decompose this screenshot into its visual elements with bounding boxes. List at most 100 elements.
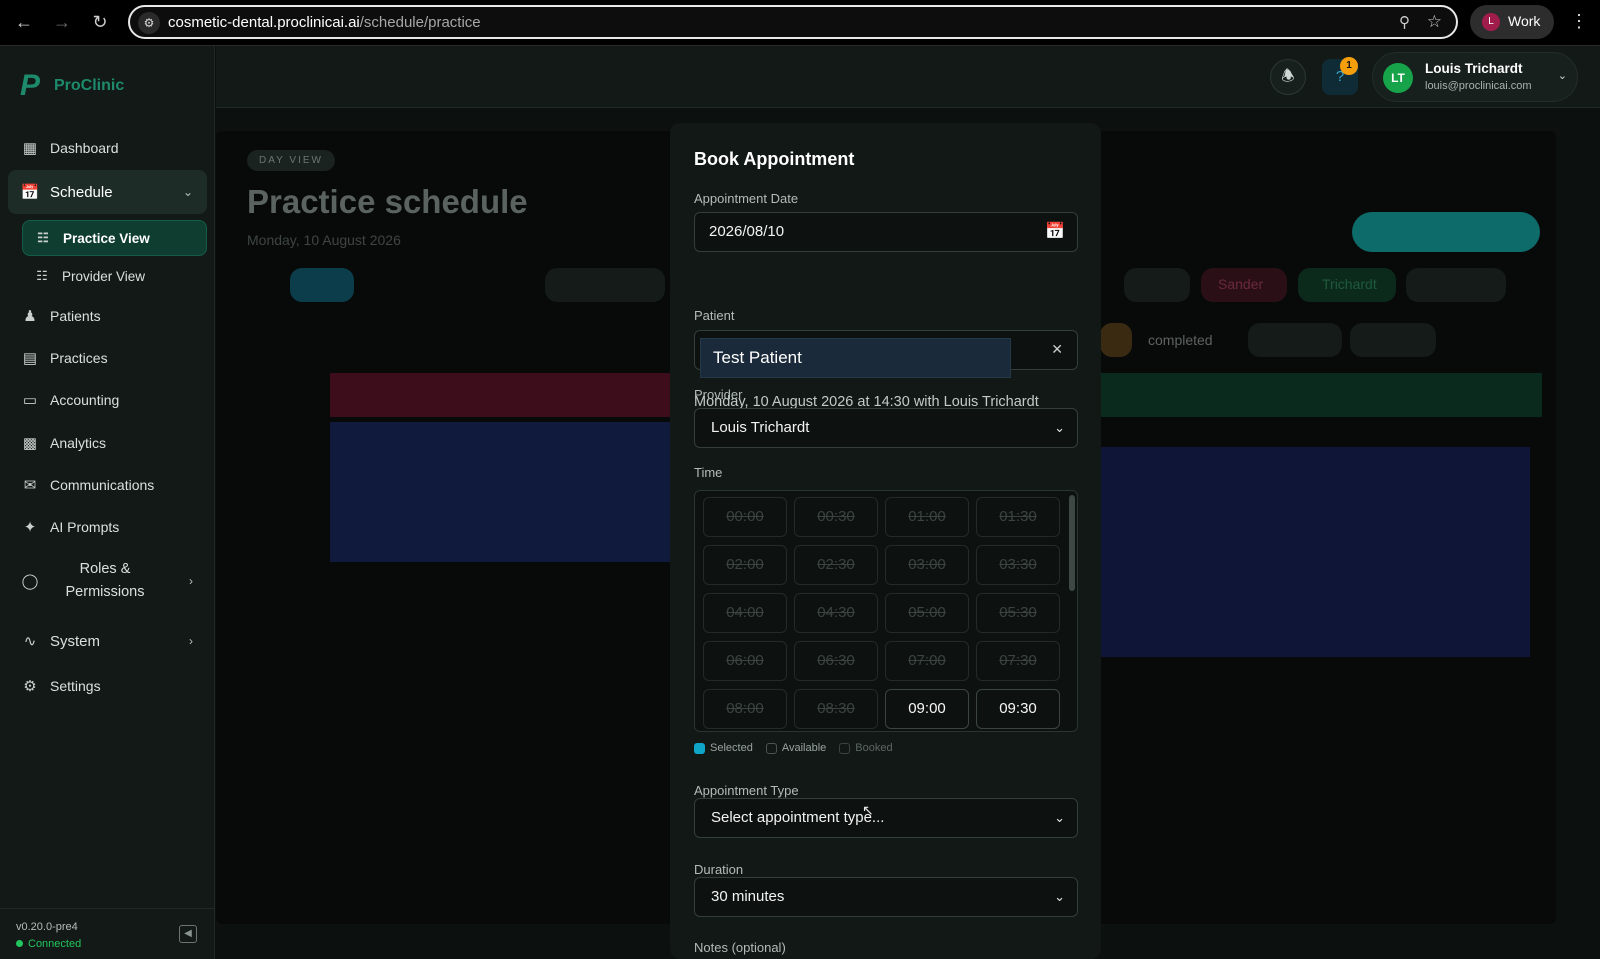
calendar-icon: ☷ (37, 230, 49, 245)
page-subtitle: Monday, 10 August 2026 (247, 232, 401, 248)
patient-label: Patient (694, 308, 735, 323)
user-name: Louis Trichardt (1425, 61, 1523, 76)
provider-label: Provider (694, 387, 743, 402)
building-icon: ▤ (22, 350, 38, 367)
sidebar-item-schedule[interactable]: 📅 Schedule ⌄ (8, 170, 207, 214)
collapse-sidebar-icon[interactable]: ◀ (179, 925, 197, 943)
sidebar-item-label: Settings (50, 678, 101, 694)
sidebar-item-dashboard[interactable]: ▦ Dashboard (8, 128, 207, 168)
provider-select[interactable]: Louis Trichardt ⌄ (694, 408, 1078, 448)
brand-logo[interactable]: P ProClinic (20, 70, 124, 102)
calendar-icon: ☷ (36, 268, 48, 283)
sidebar-item-communications[interactable]: ✉ Communications (8, 465, 207, 505)
back-icon[interactable]: ← (12, 10, 36, 34)
sidebar-item-ai-prompts[interactable]: ✦ AI Prompts (8, 507, 207, 547)
time-slot: 06:00 (703, 641, 787, 681)
sidebar-item-system[interactable]: ∿ System › (8, 621, 207, 661)
time-slot[interactable]: 09:00 (885, 689, 969, 729)
duration-select[interactable]: 30 minutes ⌄ (694, 877, 1078, 917)
legend-available: Available (765, 742, 826, 754)
time-slot: 00:30 (794, 497, 878, 537)
calendar-icon[interactable]: 📅 (1045, 213, 1065, 251)
slot-legend: Selected Available Booked (694, 742, 906, 754)
booked-swatch (839, 742, 851, 754)
chevron-down-icon: ⌄ (1557, 70, 1567, 82)
date-label: Appointment Date (694, 191, 799, 206)
appointment-type-select[interactable]: Select appointment type... ⌄ (694, 798, 1078, 838)
activity-icon: ∿ (23, 633, 37, 650)
time-slot: 03:00 (885, 545, 969, 585)
patient-suggestion-item[interactable]: Test Patient (700, 338, 1011, 378)
time-slot: 07:30 (976, 641, 1060, 681)
status-tag: completed (1148, 332, 1213, 348)
avatar: LT (1383, 63, 1413, 93)
clear-icon[interactable]: ✕ (1051, 341, 1063, 358)
sidebar-item-provider-view[interactable]: ☷ Provider View (22, 258, 207, 294)
user-email: louis@proclinicai.com (1425, 80, 1532, 92)
reload-icon[interactable]: ↻ (88, 10, 112, 34)
brand-name: ProClinic (54, 77, 125, 94)
time-slot: 00:00 (703, 497, 787, 537)
app-version: v0.20.0-pre4 (16, 921, 78, 933)
status-chip (1248, 323, 1342, 357)
bar-chart-icon: ▩ (22, 435, 38, 452)
time-slot: 01:00 (885, 497, 969, 537)
sidebar-item-label: Provider View (62, 268, 146, 284)
time-slot: 05:00 (885, 593, 969, 633)
site-settings-icon[interactable]: ⚙ (138, 12, 160, 34)
users-icon: ♟ (23, 308, 37, 325)
calendar-event-block (1080, 447, 1530, 657)
duration-label: Duration (694, 862, 744, 877)
available-swatch (765, 742, 777, 754)
address-bar[interactable]: ⚙ cosmetic-dental.proclinicai.ai/schedul… (128, 5, 1458, 39)
sidebar-item-accounting[interactable]: ▭ Accounting (8, 380, 207, 420)
sidebar-item-roles-permissions[interactable]: ◯ Roles & Permissions › (8, 551, 207, 611)
bookmark-star-icon[interactable]: ☆ (1427, 12, 1442, 32)
legend-selected: Selected (694, 742, 753, 754)
card-icon: ▭ (22, 392, 38, 409)
view-toggle (290, 268, 354, 302)
sidebar-item-label: Practice View (63, 230, 150, 246)
legend-booked: Booked (839, 742, 893, 754)
time-slot[interactable]: 09:30 (976, 689, 1060, 729)
sidebar-item-label: Practices (50, 350, 108, 366)
dialog-title: Book Appointment (694, 149, 855, 169)
duration-value: 30 minutes (711, 888, 785, 905)
sidebar-item-practices[interactable]: ▤ Practices (8, 338, 207, 378)
filter-chip (1406, 268, 1506, 302)
time-slot: 03:30 (976, 545, 1060, 585)
bell-icon[interactable]: 🕭 (1270, 59, 1306, 95)
grid-icon: ▦ (22, 140, 38, 157)
sidebar-item-practice-view[interactable]: ☷ Practice View (22, 220, 207, 256)
connection-status: Connected (16, 938, 81, 950)
key-icon[interactable]: ⚲ (1399, 13, 1410, 31)
gear-icon: ⚙ (23, 678, 37, 695)
sidebar-item-label: AI Prompts (50, 519, 120, 535)
time-label: Time (694, 465, 723, 480)
calendar-event-block (330, 422, 675, 562)
notification-badge: 1 (1340, 57, 1358, 75)
sidebar-item-settings[interactable]: ⚙ Settings (8, 666, 207, 706)
status-dot-icon (16, 940, 23, 947)
date-input[interactable]: 2026/08/10 📅 (694, 212, 1078, 252)
browser-profile-button[interactable]: L Work (1470, 5, 1554, 39)
browser-menu-icon[interactable]: ⋮ (1570, 11, 1588, 32)
time-slot: 05:30 (976, 593, 1060, 633)
sidebar-item-label: Communications (50, 477, 155, 493)
new-appointment-button (1352, 212, 1540, 252)
selected-swatch (694, 742, 705, 754)
time-slot: 04:30 (794, 593, 878, 633)
filter-chip (1124, 268, 1190, 302)
mouse-cursor-icon: ↖ (862, 802, 874, 818)
forward-icon[interactable]: → (50, 10, 74, 34)
scrollbar-thumb[interactable] (1069, 495, 1075, 591)
sidebar: P ProClinic ▦ Dashboard 📅 Schedule ⌄ ☷ P… (0, 46, 215, 959)
sidebar-item-label: Analytics (50, 435, 107, 451)
sidebar-item-analytics[interactable]: ▩ Analytics (8, 423, 207, 463)
sidebar-item-label: Dashboard (50, 140, 119, 156)
chevron-down-icon: ⌄ (1054, 810, 1065, 825)
sidebar-item-patients[interactable]: ♟ Patients (8, 296, 207, 336)
time-slot-grid[interactable]: 00:00 00:30 01:00 01:30 02:00 02:30 03:00 03:30… (694, 490, 1078, 732)
user-menu[interactable]: LT Louis Trichardt louis@proclinicai.com… (1372, 52, 1578, 102)
chevron-right-icon: › (189, 634, 193, 648)
